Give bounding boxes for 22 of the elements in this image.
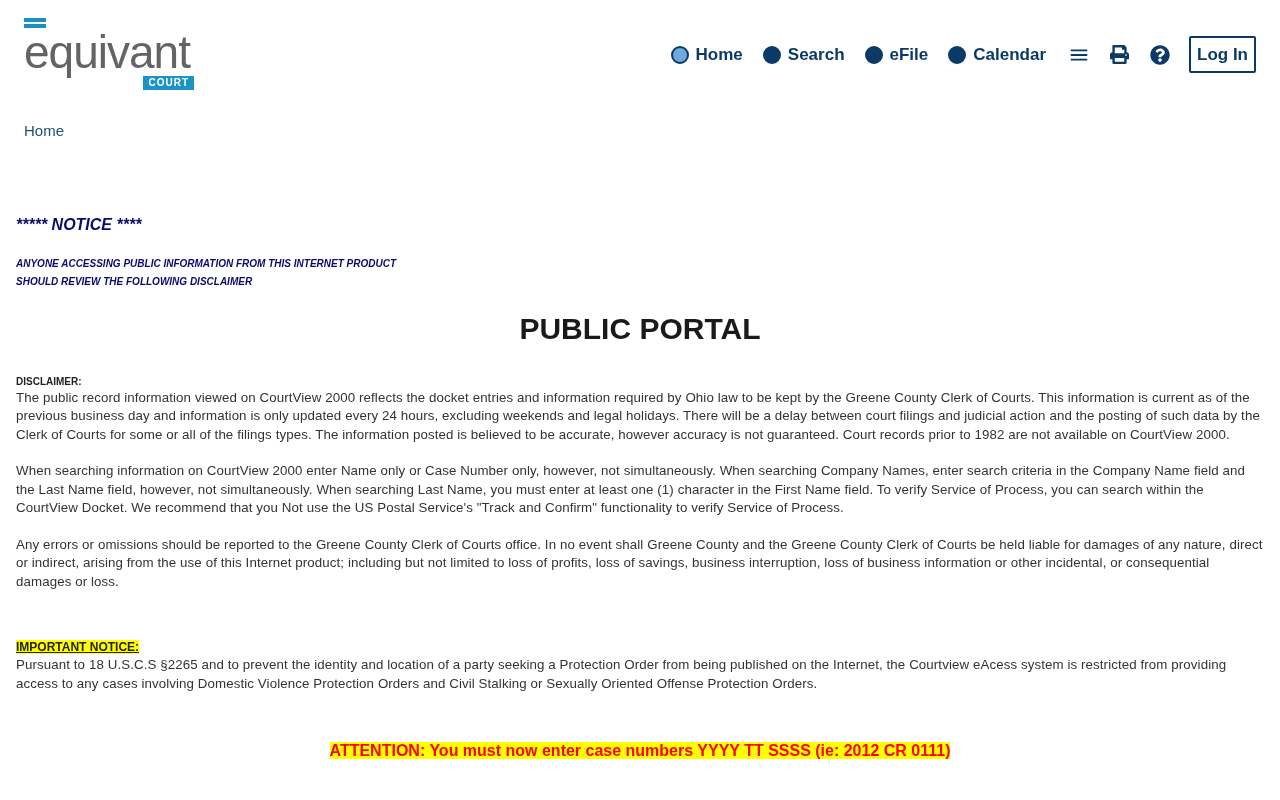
important-notice-label: IMPORTANT NOTICE: bbox=[16, 640, 140, 654]
nav-link[interactable]: eFile bbox=[864, 41, 929, 68]
disclaimer-paragraph: The public record information viewed on CourtView 2000 reflects the docket entries and information required by Ohio law to be kept by the Greene County Clerk of Courts. This information is current as of the previous business day and information is only updated every 24 hours, excluding weekends and legal holidays. There will be a delay between court filings and judicial action and the posting of such data by the Clerk of Courts for some or all of the filings types. The information posted is believed to be accurate, however accuracy is not guaranteed. Court records prior to 1982 are not available on CourtView 2000. bbox=[16, 388, 1261, 444]
nav-link[interactable]: Calendar bbox=[948, 41, 1046, 68]
disclaimer-label: DISCLAIMER: bbox=[16, 374, 83, 389]
page-title: PUBLIC PORTAL bbox=[518, 310, 762, 347]
login-button[interactable]: Log In bbox=[1189, 36, 1256, 73]
important-notice-paragraph: Pursuant to 18 U.S.C.S §2265 and to prevent the identity and location of a party seeking a Protection Order from being published on the Internet, the Courtview eAcess system is restricted from providing access to any cases involving Domestic Violence Protection Orders and Civil Stalking or Sexually Oriented Offense Protection Orders. bbox=[16, 656, 1228, 693]
notice-line: ANYONE ACCESSING PUBLIC INFORMATION FROM THIS INTERNET PRODUCT bbox=[16, 256, 398, 271]
nav-link[interactable]: Search bbox=[762, 41, 845, 68]
help-icon[interactable] bbox=[1150, 44, 1170, 65]
disclaimer-paragraph: Any errors or omissions should be reported to the Greene County Clerk of Courts office. In no event shall Greene County and the Greene County Clerk of Courts be held liable for damages of any nature, direct or indirect, arising from the use of this Internet product; including but not limited to loss of profits, loss of savings, business interruption, loss of business information or other incidental, or consequential damages or loss. bbox=[16, 535, 1264, 591]
attention-message: ATTENTION: You must now enter case numbers YYYY TT SSSS (ie: 2012 CR 0111) bbox=[329, 742, 951, 759]
notice-line: SHOULD REVIEW THE FOLLOWING DISCLAIMER bbox=[16, 274, 254, 289]
nav-link[interactable]: Home bbox=[670, 41, 743, 68]
disclaimer-paragraph: When searching information on CourtView 2000 enter Name only or Case Number only, however, not simultaneously. When searching Company Names, enter search criteria in the Company Name field and the Last Name field, however, not simultaneously. When searching Last Name, you must enter at least one (1) character in the First Name field. To verify Service of Process, you can search within the CourtView Docket. We recommend that you Not use the US Postal Service's "Track and Confirm" functionality to verify Service of Process. bbox=[16, 462, 1247, 517]
breadcrumb-link[interactable]: Home bbox=[24, 120, 64, 143]
print-icon[interactable] bbox=[1110, 45, 1129, 64]
notice-heading: ***** NOTICE **** bbox=[16, 214, 143, 235]
logo-badge: COURT bbox=[143, 76, 194, 90]
logo-wordmark: equivant bbox=[24, 28, 190, 76]
logo-bar-icon bbox=[24, 18, 46, 28]
